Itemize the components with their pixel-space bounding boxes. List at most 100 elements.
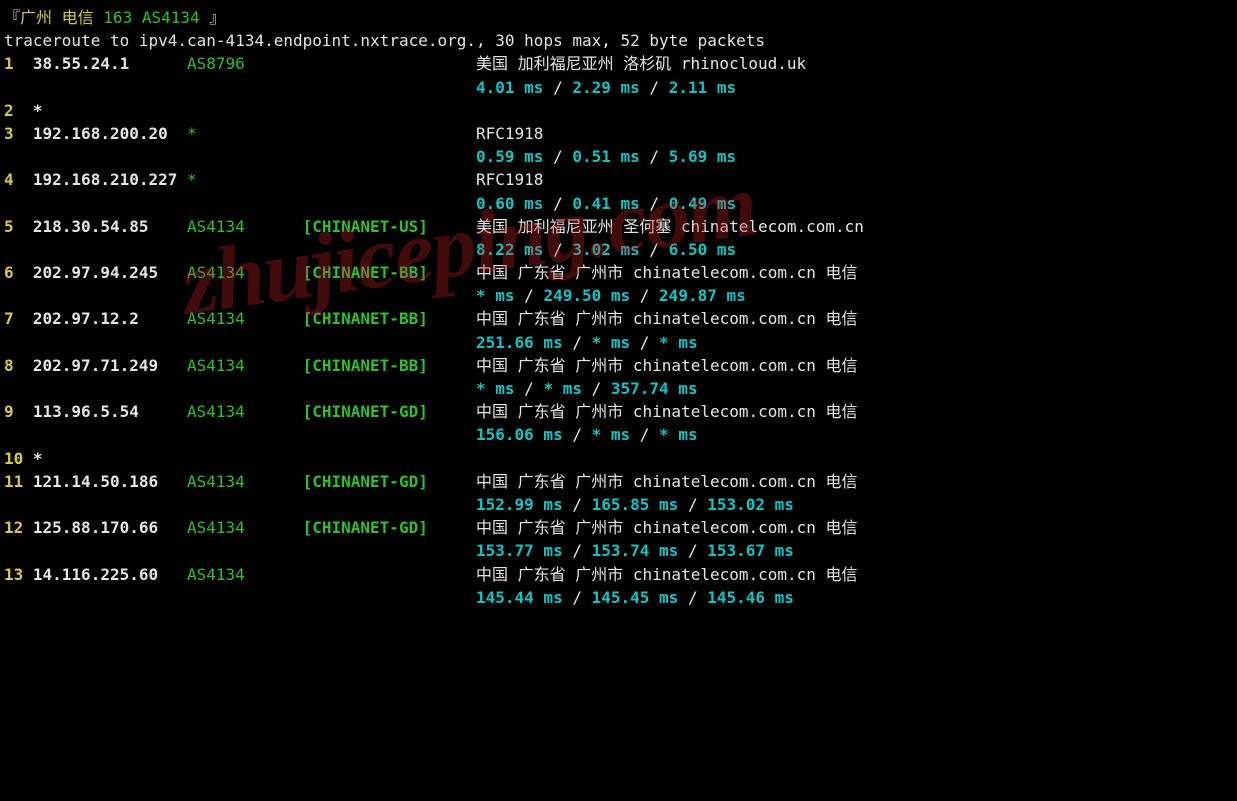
hop-index: 6 xyxy=(4,261,33,284)
hop-location: RFC1918 xyxy=(476,168,543,191)
hop-row: 11121.14.50.186AS4134[CHINANET-GD]中国 广东省… xyxy=(4,470,1237,493)
timing-value: 145.46 ms xyxy=(707,588,794,607)
timing-value: 249.87 ms xyxy=(659,286,746,305)
trace-header: 『广州 电信 163 AS4134 』 xyxy=(4,6,1237,29)
hop-ip: * xyxy=(33,99,187,122)
hop-network: [CHINANET-US] xyxy=(303,215,476,238)
timing-value: 145.45 ms xyxy=(592,588,679,607)
hop-timing-row: 0.59 ms / 0.51 ms / 5.69 ms xyxy=(4,145,1237,168)
hop-row: 10* xyxy=(4,447,1237,470)
hop-list: 138.55.24.1AS8796美国 加利福尼亚州 洛杉矶 rhinoclou… xyxy=(4,52,1237,609)
hop-index: 7 xyxy=(4,307,33,330)
timing-pad xyxy=(4,238,476,261)
hop-timing-row: 251.66 ms / * ms / * ms xyxy=(4,331,1237,354)
timing-value: * ms xyxy=(543,379,582,398)
hop-asn: * xyxy=(187,122,303,145)
hop-timing: 8.22 ms / 3.02 ms / 6.50 ms xyxy=(476,238,736,261)
hop-ip: 192.168.200.20 xyxy=(33,122,187,145)
hop-asn: AS4134 xyxy=(187,470,303,493)
timing-pad xyxy=(4,192,476,215)
header-location: 广州 电信 xyxy=(20,8,103,27)
hop-location: 中国 广东省 广州市 chinatelecom.com.cn 电信 xyxy=(476,563,858,586)
timing-separator: / xyxy=(543,194,572,213)
hop-timing-row: 152.99 ms / 165.85 ms / 153.02 ms xyxy=(4,493,1237,516)
timing-value: 0.51 ms xyxy=(572,147,639,166)
timing-value: * ms xyxy=(659,425,698,444)
hop-ip: 218.30.54.85 xyxy=(33,215,187,238)
timing-value: 4.01 ms xyxy=(476,78,543,97)
hop-ip: 202.97.71.249 xyxy=(33,354,187,377)
hop-location: 中国 广东省 广州市 chinatelecom.com.cn 电信 xyxy=(476,470,858,493)
hop-asn: AS4134 xyxy=(187,307,303,330)
hop-timing-row: 0.60 ms / 0.41 ms / 0.49 ms xyxy=(4,192,1237,215)
timing-pad xyxy=(4,377,476,400)
timing-separator: / xyxy=(630,425,659,444)
hop-network: [CHINANET-BB] xyxy=(303,354,476,377)
hop-row: 5218.30.54.85AS4134[CHINANET-US]美国 加利福尼亚… xyxy=(4,215,1237,238)
hop-timing-row: * ms / * ms / 357.74 ms xyxy=(4,377,1237,400)
timing-separator: / xyxy=(543,78,572,97)
timing-value: 2.29 ms xyxy=(572,78,639,97)
timing-separator: / xyxy=(640,78,669,97)
hop-network: [CHINANET-GD] xyxy=(303,400,476,423)
hop-row: 138.55.24.1AS8796美国 加利福尼亚州 洛杉矶 rhinoclou… xyxy=(4,52,1237,75)
hop-asn: * xyxy=(187,168,303,191)
hop-ip: 192.168.210.227 xyxy=(33,168,187,191)
hop-timing-row: 4.01 ms / 2.29 ms / 2.11 ms xyxy=(4,76,1237,99)
timing-value: 357.74 ms xyxy=(611,379,698,398)
hop-index: 13 xyxy=(4,563,33,586)
timing-value: 2.11 ms xyxy=(669,78,736,97)
timing-separator: / xyxy=(543,147,572,166)
timing-pad xyxy=(4,76,476,99)
timing-separator: / xyxy=(563,588,592,607)
hop-network: [CHINANET-BB] xyxy=(303,261,476,284)
hop-index: 2 xyxy=(4,99,33,122)
timing-value: * ms xyxy=(659,333,698,352)
timing-value: 152.99 ms xyxy=(476,495,563,514)
hop-index: 9 xyxy=(4,400,33,423)
timing-value: 156.06 ms xyxy=(476,425,563,444)
hop-asn: AS8796 xyxy=(187,52,303,75)
timing-pad xyxy=(4,493,476,516)
hop-timing: 145.44 ms / 145.45 ms / 145.46 ms xyxy=(476,586,794,609)
timing-value: * ms xyxy=(476,379,515,398)
hop-row: 7202.97.12.2AS4134[CHINANET-BB]中国 广东省 广州… xyxy=(4,307,1237,330)
hop-network: [CHINANET-GD] xyxy=(303,516,476,539)
timing-value: * ms xyxy=(592,425,631,444)
hop-location: 中国 广东省 广州市 chinatelecom.com.cn 电信 xyxy=(476,400,858,423)
timing-value: 0.60 ms xyxy=(476,194,543,213)
timing-separator: / xyxy=(582,379,611,398)
timing-value: 153.77 ms xyxy=(476,541,563,560)
hop-index: 12 xyxy=(4,516,33,539)
hop-asn: AS4134 xyxy=(187,354,303,377)
timing-value: 153.02 ms xyxy=(707,495,794,514)
hop-index: 5 xyxy=(4,215,33,238)
hop-asn: AS4134 xyxy=(187,563,303,586)
hop-timing: 0.59 ms / 0.51 ms / 5.69 ms xyxy=(476,145,736,168)
timing-pad xyxy=(4,145,476,168)
timing-value: 6.50 ms xyxy=(669,240,736,259)
timing-value: * ms xyxy=(592,333,631,352)
hop-row: 12125.88.170.66AS4134[CHINANET-GD]中国 广东省… xyxy=(4,516,1237,539)
timing-separator: / xyxy=(678,541,707,560)
hop-timing-row: 156.06 ms / * ms / * ms xyxy=(4,423,1237,446)
hop-index: 4 xyxy=(4,168,33,191)
timing-value: 153.67 ms xyxy=(707,541,794,560)
timing-separator: / xyxy=(543,240,572,259)
hop-timing: 4.01 ms / 2.29 ms / 2.11 ms xyxy=(476,76,736,99)
header-asn: 163 AS4134 xyxy=(103,8,209,27)
hop-ip: 125.88.170.66 xyxy=(33,516,187,539)
hop-ip: * xyxy=(33,447,187,470)
timing-pad xyxy=(4,284,476,307)
timing-value: 0.49 ms xyxy=(669,194,736,213)
hop-timing-row: * ms / 249.50 ms / 249.87 ms xyxy=(4,284,1237,307)
hop-index: 8 xyxy=(4,354,33,377)
timing-separator: / xyxy=(678,495,707,514)
timing-value: 249.50 ms xyxy=(543,286,630,305)
hop-ip: 113.96.5.54 xyxy=(33,400,187,423)
timing-separator: / xyxy=(515,286,544,305)
hop-ip: 202.97.94.245 xyxy=(33,261,187,284)
timing-value: * ms xyxy=(476,286,515,305)
hop-index: 10 xyxy=(4,447,33,470)
traceroute-command: traceroute to ipv4.can-4134.endpoint.nxt… xyxy=(4,29,1237,52)
